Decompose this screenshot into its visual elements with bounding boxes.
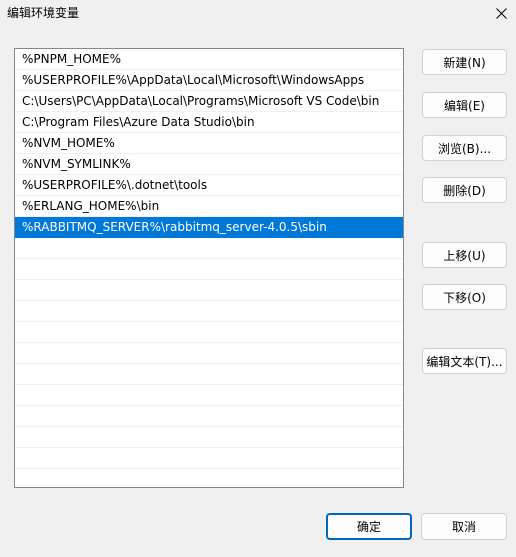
list-item[interactable]: C:\Program Files\Azure Data Studio\bin (15, 112, 403, 133)
path-list[interactable]: %PNPM_HOME% %USERPROFILE%\AppData\Local\M… (14, 48, 404, 488)
list-item[interactable]: %RABBITMQ_SERVER%\rabbitmq_server-4.0.5\… (15, 217, 403, 238)
move-up-button[interactable]: 上移(U) (422, 242, 507, 268)
list-item[interactable]: %NVM_SYMLINK% (15, 154, 403, 175)
list-item-empty[interactable] (15, 448, 403, 469)
list-item-empty[interactable] (15, 280, 403, 301)
list-item[interactable]: %PNPM_HOME% (15, 49, 403, 70)
edit-text-button[interactable]: 编辑文本(T)... (422, 348, 507, 374)
close-icon (495, 7, 507, 19)
list-item[interactable]: %USERPROFILE%\.dotnet\tools (15, 175, 403, 196)
move-down-button[interactable]: 下移(O) (422, 284, 507, 310)
list-item-empty[interactable] (15, 301, 403, 322)
list-item-empty[interactable] (15, 238, 403, 259)
list-item[interactable]: %USERPROFILE%\AppData\Local\Microsoft\Wi… (15, 70, 403, 91)
list-item[interactable]: C:\Users\PC\AppData\Local\Programs\Micro… (15, 91, 403, 112)
list-item-empty[interactable] (15, 427, 403, 448)
list-item-empty[interactable] (15, 385, 403, 406)
close-button[interactable] (486, 0, 516, 26)
list-item[interactable]: %NVM_HOME% (15, 133, 403, 154)
ok-button[interactable]: 确定 (326, 513, 412, 540)
list-item-empty[interactable] (15, 469, 403, 487)
cancel-button[interactable]: 取消 (421, 513, 507, 540)
browse-button[interactable]: 浏览(B)... (422, 135, 507, 161)
list-item-empty[interactable] (15, 406, 403, 427)
delete-button[interactable]: 删除(D) (422, 177, 507, 203)
edit-button[interactable]: 编辑(E) (422, 92, 507, 118)
list-item-empty[interactable] (15, 364, 403, 385)
list-item[interactable]: %ERLANG_HOME%\bin (15, 196, 403, 217)
title-bar: 编辑环境变量 (0, 0, 516, 28)
new-button[interactable]: 新建(N) (422, 49, 507, 75)
window-title: 编辑环境变量 (7, 6, 80, 20)
list-item-empty[interactable] (15, 343, 403, 364)
list-item-empty[interactable] (15, 322, 403, 343)
list-item-empty[interactable] (15, 259, 403, 280)
